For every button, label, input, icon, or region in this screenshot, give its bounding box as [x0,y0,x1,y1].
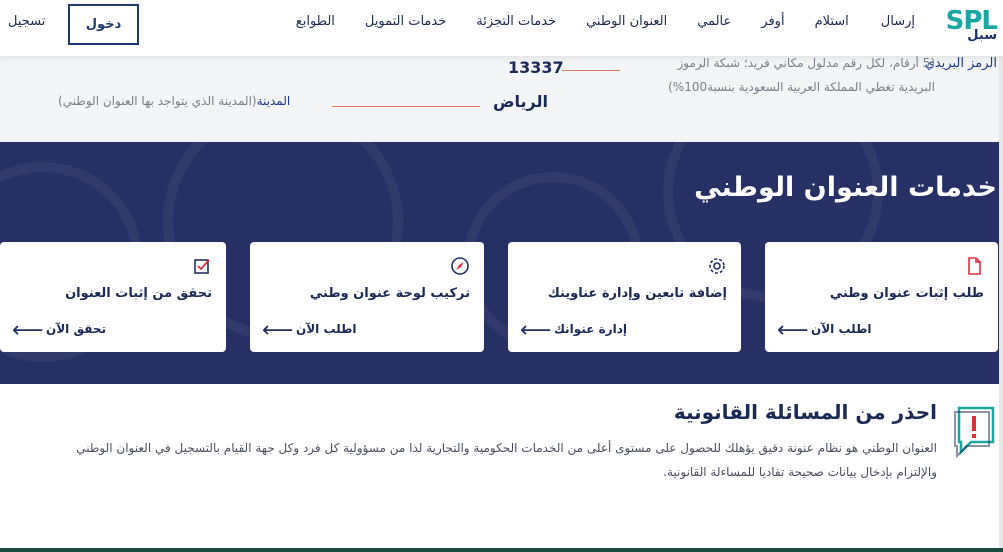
card-title: تركيب لوحة عنوان وطني [309,286,470,301]
national-address-services: خدمات العنوان الوطني طلب إثبات عنوان وطن… [0,142,1003,384]
nav-item-global[interactable]: عالمي [697,14,731,29]
spl-logo[interactable]: SPL سبل [945,6,998,46]
arrow-left-icon[interactable]: ⟵ [262,320,294,342]
card-title: إضافة تابعين وإدارة عناوينك [547,286,727,301]
service-card-verify-proof[interactable]: تحقق من إثبات العنوان ⟵ تحقق الآن [0,242,226,352]
checkbox-icon [194,259,210,274]
nav-item-stamps[interactable]: الطوابع [296,14,335,29]
card-link[interactable]: تحقق الآن [46,322,106,336]
card-link[interactable]: اطلب الآن [811,322,872,336]
city-caption: المدينة(المدينة الذي يتواجد بها العنوان … [58,94,290,108]
arrow-left-icon[interactable]: ⟵ [520,320,552,342]
zip-connector-line [562,70,620,71]
zip-description-line1: (5 أرقام، لكل رقم مدلول مكاني فريد؛ شبكة… [677,56,936,70]
gear-icon [709,258,725,274]
zip-description-line2: البريدية تغطي المملكة العربية السعودية ب… [668,80,935,94]
nav-item-national-address[interactable]: العنوان الوطني [586,14,667,29]
city-value: الرياض [493,92,548,111]
compass-icon [451,257,469,275]
warning-text: العنوان الوطني هو نظام عنونة دقيق يؤهلك … [76,441,937,479]
warning-chat-icon [954,406,995,458]
services-title: خدمات العنوان الوطني [694,172,997,203]
zip-label: الرمز البريدي [924,56,997,71]
document-icon [968,257,981,275]
card-link[interactable]: اطلب الآن [296,322,357,336]
nav-item-receive[interactable]: استلام [815,14,849,29]
nav-item-save[interactable]: أوفر [761,14,784,29]
service-card-address-proof[interactable]: طلب إثبات عنوان وطني ⟵ اطلب الآن [765,242,998,352]
card-title: تحقق من إثبات العنوان [65,286,212,301]
footer-strip [0,548,1003,552]
warning-title: احذر من المسائلة القانونية [673,400,937,424]
arrow-left-icon[interactable]: ⟵ [777,320,809,342]
city-description: (المدينة الذي يتواجد بها العنوان الوطني) [58,94,257,108]
main-nav: إرسال استلام أوفر عالمي العنوان الوطني خ… [266,14,915,29]
page-scrollbar[interactable] [999,56,1003,552]
login-button[interactable]: دخول [68,4,139,45]
zip-value: 13337 [508,58,564,77]
address-info-panel: الرمز البريدي (5 أرقام، لكل رقم مدلول مك… [0,56,1003,142]
card-title: طلب إثبات عنوان وطني [829,286,984,301]
city-label: المدينة [256,94,291,108]
card-link[interactable]: إدارة عنوانك [554,322,627,336]
logo-arabic: سبل [967,28,997,43]
city-connector-line [332,106,480,107]
service-card-install-plate[interactable]: تركيب لوحة عنوان وطني ⟵ اطلب الآن [250,242,484,352]
top-header: SPL سبل إرسال استلام أوفر عالمي العنوان … [0,0,1003,56]
arrow-left-icon[interactable]: ⟵ [12,320,44,342]
nav-item-send[interactable]: إرسال [881,14,915,29]
service-card-manage-addresses[interactable]: إضافة تابعين وإدارة عناوينك ⟵ إدارة عنوا… [508,242,741,352]
nav-item-finance[interactable]: خدمات التمويل [365,14,446,29]
nav-item-retail[interactable]: خدمات التجزئة [476,14,556,29]
register-link[interactable]: تسجيل [8,14,45,29]
